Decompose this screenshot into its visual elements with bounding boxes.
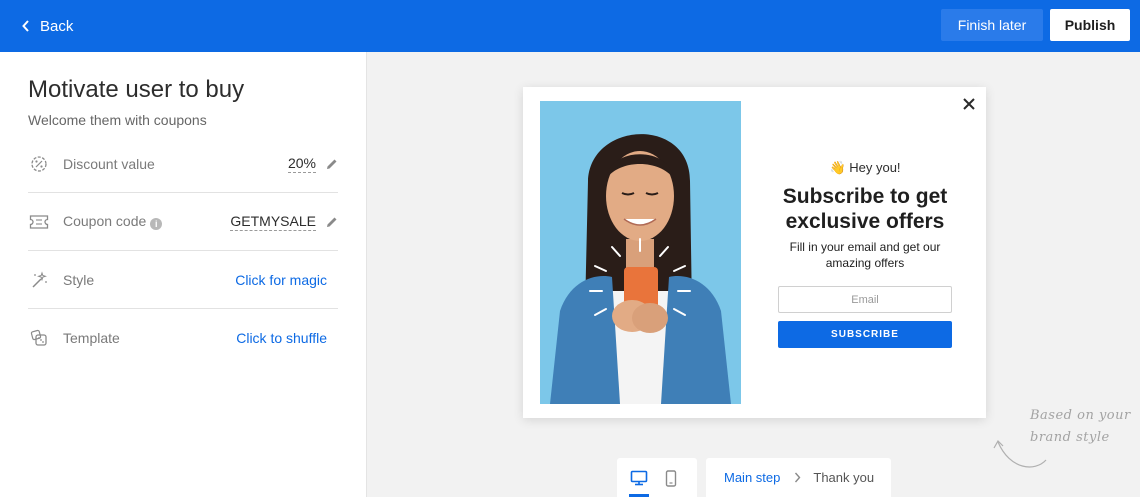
email-field[interactable] xyxy=(778,286,952,313)
discount-value-row: Discount value 20% xyxy=(28,135,338,193)
step-navigation: Main step Thank you xyxy=(706,458,891,497)
finish-later-button[interactable]: Finish later xyxy=(941,9,1043,41)
click-for-magic-link[interactable]: Click for magic xyxy=(235,272,327,288)
pencil-icon[interactable] xyxy=(326,216,338,228)
mobile-view-button[interactable] xyxy=(660,467,682,489)
coupon-code-row: Coupon code i GETMYSALE xyxy=(28,193,338,251)
chevron-left-icon xyxy=(22,20,29,32)
popup-preview: 👋 Hey you! Subscribe to get exclusive of… xyxy=(523,87,986,418)
template-row: Template Click to shuffle xyxy=(28,309,338,367)
back-label: Back xyxy=(40,17,74,35)
desktop-view-button[interactable] xyxy=(628,467,650,489)
style-row: Style Click for magic xyxy=(28,251,338,309)
coupon-code-label: Coupon code i xyxy=(63,213,163,230)
magic-wand-icon xyxy=(28,269,50,291)
chevron-right-icon xyxy=(794,472,801,483)
dice-icon xyxy=(28,327,50,349)
popup-description: Fill in your email and get our amazing o… xyxy=(789,240,941,270)
page-title: Motivate user to buy xyxy=(28,76,245,103)
hint-line-1: Based on your xyxy=(1030,408,1131,423)
discount-icon xyxy=(28,153,50,175)
mobile-icon xyxy=(665,469,677,487)
style-label: Style xyxy=(63,271,95,288)
pencil-icon[interactable] xyxy=(326,158,338,170)
main-step-tab[interactable]: Main step xyxy=(724,470,780,485)
greeting-text: 👋 Hey you! xyxy=(829,160,901,175)
close-icon[interactable] xyxy=(961,96,977,112)
back-button[interactable]: Back xyxy=(22,0,73,52)
curved-arrow-icon xyxy=(993,440,1047,468)
top-bar: Back Finish later Publish xyxy=(0,0,1140,52)
ticket-icon xyxy=(28,211,50,233)
subscribe-button[interactable]: SUBSCRIBE xyxy=(778,321,952,348)
device-toggle xyxy=(617,458,697,497)
desktop-icon xyxy=(630,470,648,486)
coupon-code-value[interactable]: GETMYSALE xyxy=(230,213,316,231)
page-subtitle: Welcome them with coupons xyxy=(28,112,207,128)
settings-sidebar: Motivate user to buy Welcome them with c… xyxy=(0,52,367,497)
template-label: Template xyxy=(63,330,120,346)
info-icon[interactable]: i xyxy=(150,218,163,230)
discount-value[interactable]: 20% xyxy=(287,155,316,173)
thank-you-tab[interactable]: Thank you xyxy=(813,470,874,485)
woman-with-phone-image xyxy=(540,101,741,404)
popup-headline: Subscribe to get exclusive offers xyxy=(782,185,948,233)
discount-value-label: Discount value xyxy=(63,155,155,172)
publish-button[interactable]: Publish xyxy=(1050,9,1130,41)
coupon-code-label-text: Coupon code xyxy=(63,213,147,229)
click-to-shuffle-link[interactable]: Click to shuffle xyxy=(236,330,327,346)
